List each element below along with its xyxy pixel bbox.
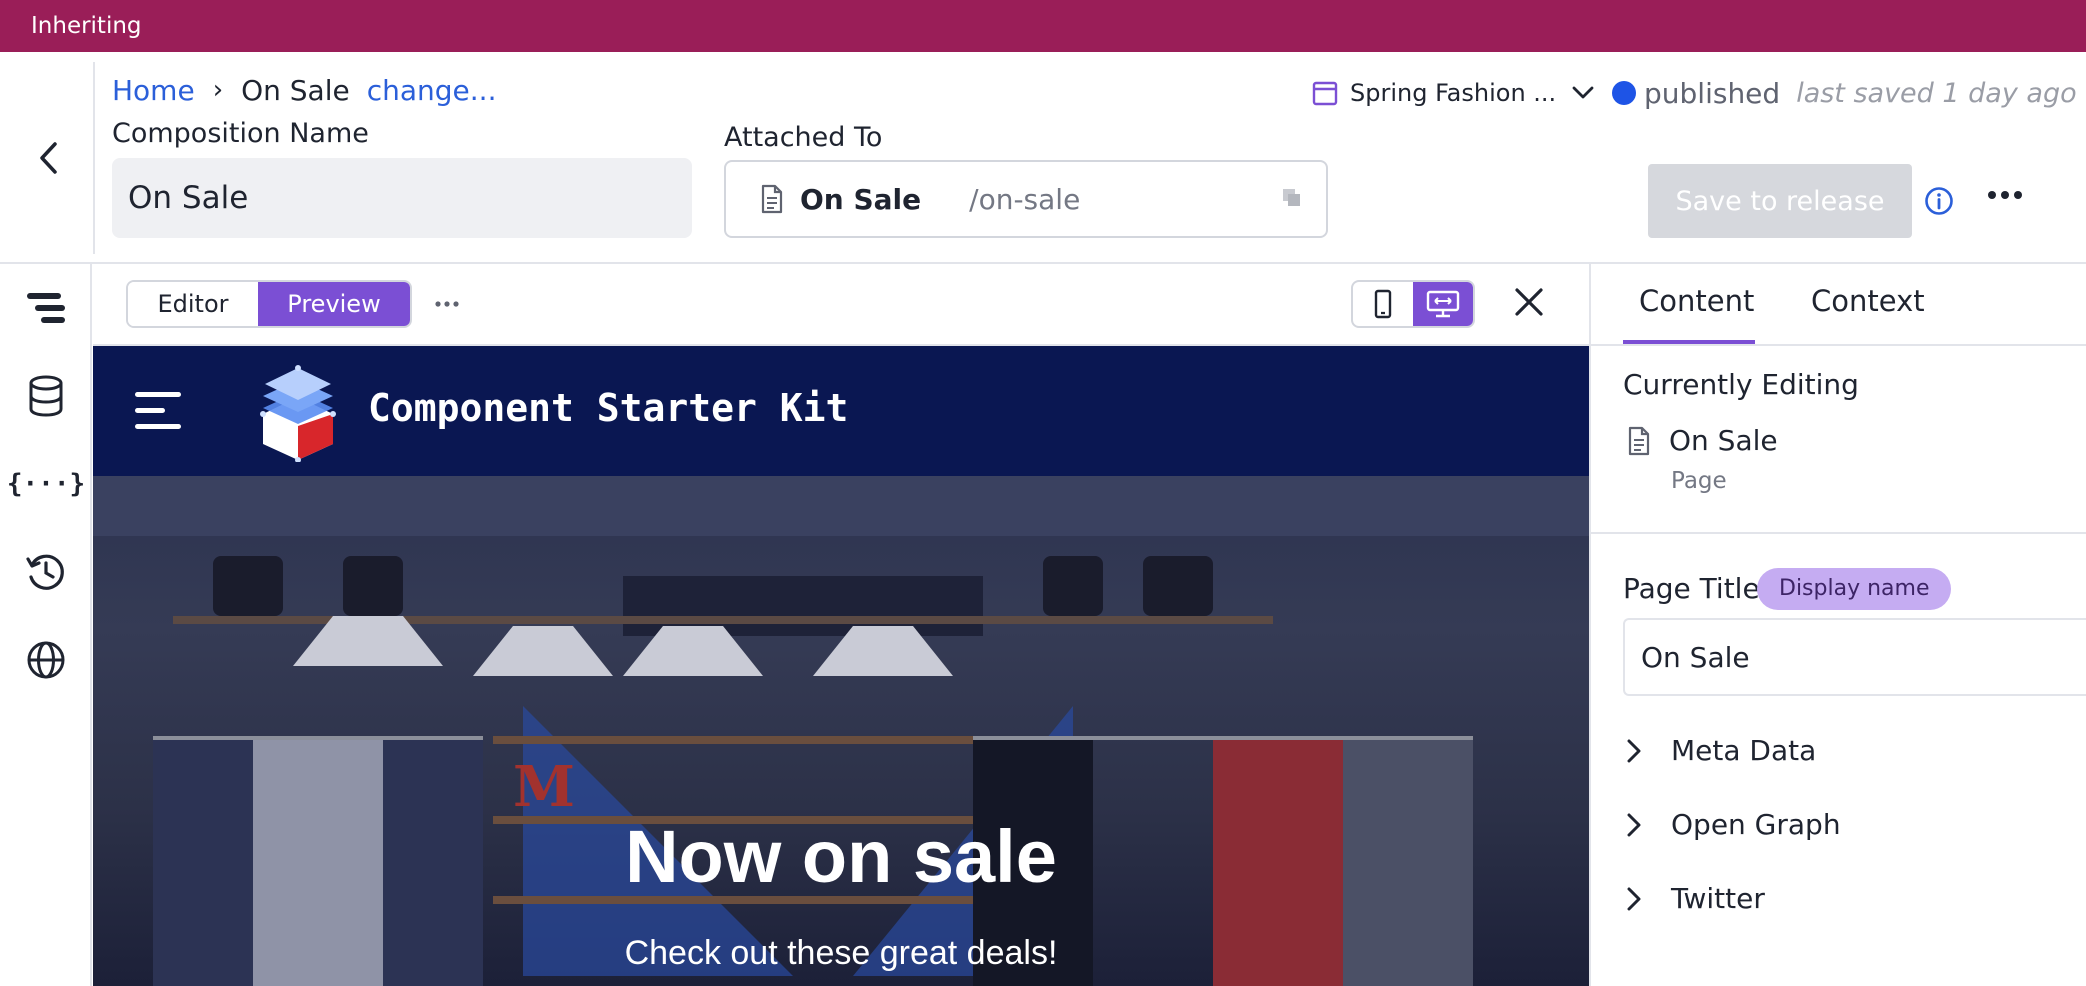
chevron-down-icon [1572, 86, 1594, 99]
desktop-resize-icon [1426, 290, 1460, 318]
breadcrumb: Home › On Sale change... [112, 70, 496, 110]
locales-button[interactable] [22, 636, 70, 684]
header-divider [93, 62, 95, 254]
hero-subheading: Check out these great deals! [624, 934, 1058, 972]
mobile-view-button[interactable] [1353, 282, 1413, 326]
page-icon [761, 184, 783, 214]
accordion-label: Open Graph [1671, 808, 1841, 841]
current-item: On Sale [1627, 424, 1778, 457]
page-title-label: Page Title [1623, 572, 1760, 605]
page-title-input[interactable] [1623, 618, 2086, 696]
mobile-icon [1374, 289, 1392, 319]
banner-text: Inheriting [31, 13, 142, 39]
release-name: Spring Fashion ... [1350, 79, 1557, 107]
accordion-meta-data[interactable]: Meta Data [1627, 734, 1816, 767]
composition-name-label: Composition Name [112, 118, 369, 149]
composition-header: Home › On Sale change... Composition Nam… [0, 52, 2086, 264]
back-button[interactable] [28, 136, 68, 180]
chevron-right-icon [1627, 813, 1641, 836]
breadcrumb-separator-icon: › [212, 75, 224, 105]
chevron-right-icon [1627, 739, 1641, 762]
release-selector[interactable]: Spring Fashion ... [1312, 72, 1594, 114]
attached-to-label: Attached To [724, 122, 883, 153]
device-toggle [1351, 280, 1475, 328]
publish-status: published last saved 1 day ago [1612, 72, 2077, 114]
current-item-type: Page [1671, 468, 1727, 494]
json-button[interactable]: {···} [7, 460, 85, 508]
accordion-label: Meta Data [1671, 734, 1817, 767]
properties-panel: Content Context Currently Editing On Sal… [1589, 264, 2086, 986]
chevron-right-icon [1627, 887, 1641, 910]
svg-text:M: M [513, 754, 575, 820]
panel-divider [1591, 532, 2086, 534]
editor-tab[interactable]: Editor [128, 282, 258, 326]
preview-tab[interactable]: Preview [258, 282, 410, 326]
status-dot-icon [1612, 81, 1636, 105]
last-saved-text: last saved 1 day ago [1796, 77, 2077, 109]
change-link[interactable]: change... [367, 74, 497, 107]
accordion-twitter[interactable]: Twitter [1627, 882, 1765, 915]
mode-toggle: Editor Preview [126, 280, 412, 328]
save-to-release-button[interactable]: Save to release [1648, 164, 1912, 238]
info-icon[interactable] [1924, 186, 1954, 216]
history-icon [26, 554, 64, 590]
current-item-name: On Sale [1669, 424, 1778, 457]
site-preview: Component Starter Kit M Now on sale Chec… [93, 346, 1589, 986]
breadcrumb-home-link[interactable]: Home [112, 74, 195, 107]
attached-page-name: On Sale [800, 182, 922, 216]
content-tree-icon [27, 293, 65, 323]
page-icon [1628, 426, 1650, 455]
hero-headline: Now on sale [625, 815, 1057, 898]
hero-store-image: M [93, 476, 1589, 986]
active-tab-indicator [1623, 340, 1755, 344]
hamburger-menu-icon[interactable] [133, 390, 183, 432]
display-name-badge: Display name [1757, 568, 1952, 610]
tab-context[interactable]: Context [1811, 284, 1925, 318]
more-options-icon[interactable] [1988, 190, 2022, 200]
breadcrumb-current: On Sale [241, 73, 350, 107]
toolbar-more-icon[interactable] [435, 300, 459, 308]
inheriting-banner: Inheriting [0, 0, 2086, 52]
site-title: Component Starter Kit [368, 386, 849, 430]
hero-banner: M Now on sale Check out these great deal… [93, 476, 1589, 986]
tab-content[interactable]: Content [1639, 284, 1754, 318]
copy-icon[interactable] [1282, 188, 1302, 208]
globe-icon [27, 641, 65, 679]
desktop-view-button[interactable] [1413, 282, 1473, 326]
json-braces-icon: {···} [6, 469, 86, 499]
close-icon[interactable] [1513, 286, 1545, 318]
currently-editing-heading: Currently Editing [1623, 368, 1859, 401]
accordion-label: Twitter [1671, 882, 1765, 915]
preview-area: Editor Preview Component Starter Kit M N… [93, 264, 1589, 986]
attached-to-field[interactable]: On Sale /on-sale [724, 160, 1328, 238]
status-label: published [1644, 76, 1781, 110]
site-logo-icon [260, 365, 336, 462]
preview-toolbar: Editor Preview [93, 264, 1589, 346]
attached-page-path: /on-sale [969, 182, 1081, 216]
database-icon [29, 375, 63, 417]
left-sidebar: {···} [0, 264, 92, 986]
content-tree-button[interactable] [22, 284, 70, 332]
history-button[interactable] [22, 548, 70, 596]
accordion-open-graph[interactable]: Open Graph [1627, 808, 1841, 841]
composition-name-input[interactable] [112, 158, 692, 238]
data-button[interactable] [22, 372, 70, 420]
panel-tabs: Content Context [1591, 264, 2086, 346]
chevron-left-icon [40, 142, 57, 174]
calendar-icon [1312, 81, 1338, 106]
site-navbar: Component Starter Kit [93, 346, 1589, 476]
